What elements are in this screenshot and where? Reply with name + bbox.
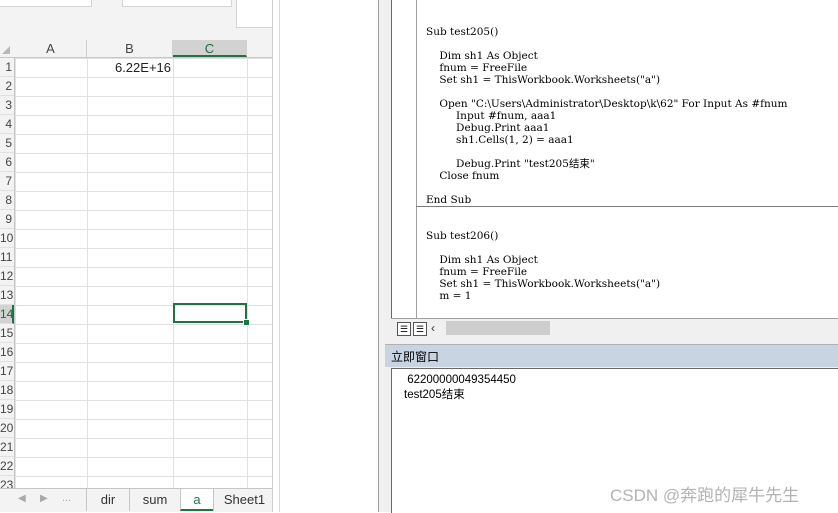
watermark: CSDN @奔跑的犀牛先生 bbox=[610, 486, 800, 505]
grid-line bbox=[173, 58, 174, 488]
row-header-19[interactable]: 19 bbox=[0, 400, 14, 419]
code-line[interactable]: Dim sh1 As Object bbox=[426, 50, 537, 62]
column-header-c[interactable]: C bbox=[173, 40, 247, 57]
row-header-18[interactable]: 18 bbox=[0, 381, 14, 400]
next-sheet-icon[interactable]: ▶ bbox=[40, 493, 48, 504]
code-line[interactable]: Sub test205() bbox=[426, 26, 498, 38]
full-module-view-icon[interactable]: ☰ bbox=[413, 322, 427, 336]
row-header-17[interactable]: 17 bbox=[0, 362, 14, 381]
row-header-3[interactable]: 3 bbox=[0, 96, 14, 115]
code-line[interactable]: Debug.Print aaa1 bbox=[426, 122, 549, 134]
scroll-left-icon[interactable]: ‹ bbox=[431, 321, 435, 335]
sheet-tab-dir[interactable]: dir bbox=[86, 489, 129, 511]
row-header-bar: 1 2 3 4 5 6 7 8 9 10 11 12 13 14 15 16 17 18 19 20 21 22 23 bbox=[0, 58, 15, 495]
row-header-9[interactable]: 9 bbox=[0, 210, 14, 229]
row-header-21[interactable]: 21 bbox=[0, 438, 14, 457]
excel-window: A B C 1 2 3 4 5 6 7 8 9 10 11 12 13 14 15 16 17 18 19 20 21 2… bbox=[0, 0, 272, 512]
name-box[interactable] bbox=[0, 0, 92, 7]
column-header-b[interactable]: B bbox=[87, 40, 173, 57]
code-line[interactable]: Set sh1 = ThisWorkbook.Worksheets("a") bbox=[426, 278, 660, 290]
row-header-7[interactable]: 7 bbox=[0, 172, 14, 191]
row-header-10[interactable]: 10 bbox=[0, 229, 14, 248]
horizontal-scrollbar[interactable]: ☰ ☰ ‹ bbox=[391, 318, 838, 339]
row-header-12[interactable]: 12 bbox=[0, 267, 14, 286]
code-line[interactable]: Dim sh1 As Object bbox=[426, 254, 537, 266]
row-header-13[interactable]: 13 bbox=[0, 286, 14, 305]
scrollbar-thumb[interactable] bbox=[446, 321, 550, 335]
immediate-window-title: 立即窗口 bbox=[391, 350, 440, 364]
sheet-tab-sum[interactable]: sum bbox=[129, 489, 180, 511]
formula-box[interactable] bbox=[122, 0, 232, 7]
code-line[interactable]: End Sub bbox=[426, 194, 471, 206]
row-header-15[interactable]: 15 bbox=[0, 324, 14, 343]
code-line[interactable]: fnum = FreeFile bbox=[426, 266, 527, 278]
grid-line bbox=[87, 58, 88, 488]
select-all-icon[interactable] bbox=[2, 46, 10, 54]
code-line[interactable]: Open "C:\Users\Administrator\Desktop\k\6… bbox=[426, 98, 787, 110]
row-header-22[interactable]: 22 bbox=[0, 457, 14, 476]
row-header-16[interactable]: 16 bbox=[0, 343, 14, 362]
row-header-2[interactable]: 2 bbox=[0, 77, 14, 96]
code-line[interactable]: Input #fnum, aaa1 bbox=[426, 110, 556, 122]
row-header-4[interactable]: 4 bbox=[0, 115, 14, 134]
row-header-20[interactable]: 20 bbox=[0, 419, 14, 438]
ribbon-button[interactable] bbox=[236, 0, 272, 28]
cell-b1[interactable]: 6.22E+16 bbox=[87, 58, 173, 77]
more-sheets-ellipsis[interactable]: ... bbox=[62, 492, 71, 504]
sheet-tab-bar: ◀ ▶ ... dir sum a Sheet1 bbox=[0, 488, 272, 512]
code-line[interactable]: Sub test206() bbox=[426, 230, 498, 242]
row-header-6[interactable]: 6 bbox=[0, 153, 14, 172]
immediate-output-line: test205结束 bbox=[404, 389, 465, 401]
row-header-5[interactable]: 5 bbox=[0, 134, 14, 153]
code-line[interactable]: Debug.Print "test205结束" bbox=[426, 158, 595, 170]
code-line[interactable]: fnum = FreeFile bbox=[426, 62, 527, 74]
active-cell-c14[interactable] bbox=[173, 303, 247, 323]
sheet-tab-sheet1[interactable]: Sheet1 bbox=[213, 489, 272, 511]
code-line[interactable]: Close fnum bbox=[426, 170, 499, 182]
fill-handle[interactable] bbox=[243, 319, 250, 326]
divider bbox=[279, 0, 280, 512]
column-header-a[interactable]: A bbox=[15, 40, 87, 57]
code-line[interactable]: sh1.Cells(1, 2) = aaa1 bbox=[426, 134, 574, 146]
row-header-8[interactable]: 8 bbox=[0, 191, 14, 210]
row-header-11[interactable]: 11 bbox=[0, 248, 14, 267]
row-header-1[interactable]: 1 bbox=[0, 58, 14, 77]
sheet-tab-a[interactable]: a bbox=[180, 489, 213, 511]
row-header-14[interactable]: 14 bbox=[0, 305, 14, 324]
prev-sheet-icon[interactable]: ◀ bbox=[18, 493, 26, 504]
vba-editor: Sub test205() Dim sh1 As Object fnum = F… bbox=[378, 0, 838, 513]
code-line[interactable]: m = 1 bbox=[426, 290, 471, 302]
cell-grid[interactable]: 6.22E+16 bbox=[15, 58, 272, 488]
column-header-bar: A B C bbox=[0, 40, 272, 58]
grid-line bbox=[247, 58, 248, 488]
immediate-window-title-bar[interactable]: 立即窗口 bbox=[385, 344, 838, 367]
procedure-view-icon[interactable]: ☰ bbox=[397, 322, 411, 336]
window-gap bbox=[272, 0, 379, 512]
code-line[interactable]: Set sh1 = ThisWorkbook.Worksheets("a") bbox=[426, 74, 660, 86]
code-window[interactable]: Sub test205() Dim sh1 As Object fnum = F… bbox=[391, 0, 838, 318]
immediate-output-line: 62200000049354450 bbox=[404, 374, 516, 386]
code-margin-bar[interactable] bbox=[392, 0, 417, 318]
ribbon-strip bbox=[0, 0, 272, 40]
procedure-separator bbox=[416, 206, 838, 207]
